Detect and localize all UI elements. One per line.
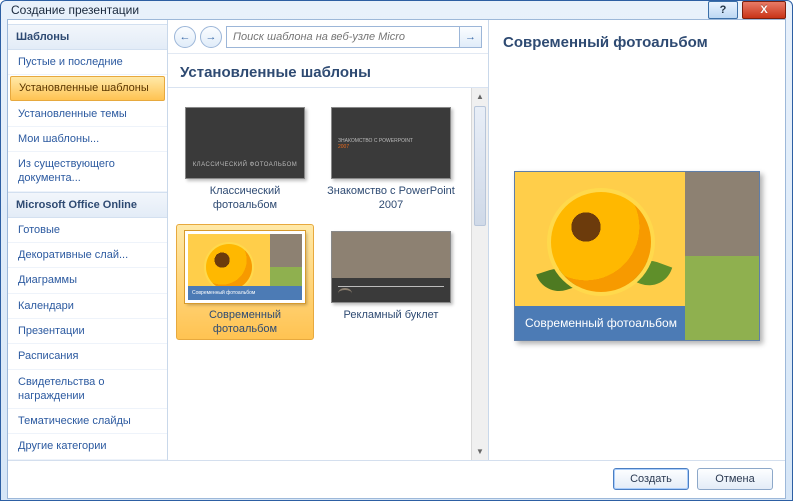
dialog-footer: Создать Отмена	[8, 460, 785, 498]
sidebar-item-installed-templates[interactable]: Установленные шаблоны	[10, 76, 165, 100]
sidebar-header-office-online: Microsoft Office Online	[8, 192, 167, 218]
sidebar-item-certificates[interactable]: Свидетельства о награждении	[8, 370, 167, 410]
gallery-section-title: Установленные шаблоны	[168, 54, 488, 88]
sidebar-item-diagrams[interactable]: Диаграммы	[8, 268, 167, 293]
preview-panel: Современный фотоальбом Современный фотоа…	[489, 20, 785, 460]
scroll-down-icon[interactable]: ▼	[472, 443, 488, 460]
template-item-meet-powerpoint[interactable]: ЗНАКОМСТВО С POWERPOINT 2007 Знакомство …	[322, 100, 460, 216]
sidebar-item-from-existing[interactable]: Из существующего документа...	[8, 152, 167, 192]
search-wrap: →	[226, 26, 482, 48]
sidebar-item-presentations[interactable]: Презентации	[8, 319, 167, 344]
scroll-up-icon[interactable]: ▲	[472, 88, 488, 105]
sidebar-item-other-categories[interactable]: Другие категории	[8, 434, 167, 459]
template-label: Знакомство с PowerPoint 2007	[327, 185, 455, 213]
preview-pane: Современный фотоальбом	[499, 61, 775, 452]
dialog-body: Шаблоны Пустые и последние Установленные…	[7, 19, 786, 499]
gallery-scrollbar[interactable]: ▲ ▼	[471, 88, 488, 460]
template-gallery: КЛАССИЧЕСКИЙ ФОТОАЛЬБОМ Классический фот…	[168, 88, 488, 460]
sidebar-header-templates: Шаблоны	[8, 24, 167, 50]
dialog-window: Создание презентации ? X Шаблоны Пустые …	[0, 0, 793, 501]
template-thumb: ЗНАКОМСТВО С POWERPOINT 2007	[331, 107, 451, 179]
search-input[interactable]	[226, 26, 460, 48]
titlebar: Создание презентации ? X	[1, 1, 792, 19]
template-item-modern[interactable]: Современный фотоальбом Современный фотоа…	[176, 224, 314, 340]
template-item-brochure[interactable]: Рекламный буклет	[322, 224, 460, 340]
template-label: Современный фотоальбом	[181, 309, 309, 337]
sidebar-item-my-templates[interactable]: Мои шаблоны...	[8, 127, 167, 152]
template-item-classic[interactable]: КЛАССИЧЕСКИЙ ФОТОАЛЬБОМ Классический фот…	[176, 100, 314, 216]
category-sidebar: Шаблоны Пустые и последние Установленные…	[8, 20, 168, 460]
preview-caption: Современный фотоальбом	[515, 306, 685, 340]
sidebar-item-themed-slides[interactable]: Тематические слайды	[8, 409, 167, 434]
cancel-button[interactable]: Отмена	[697, 468, 773, 490]
sidebar-item-decorative[interactable]: Декоративные слай...	[8, 243, 167, 268]
help-icon: ?	[720, 4, 727, 16]
gallery-toolbar: ← → →	[168, 20, 488, 54]
sidebar-item-calendars[interactable]: Календари	[8, 294, 167, 319]
preview-image: Современный фотоальбом	[514, 171, 760, 341]
search-go-button[interactable]: →	[460, 26, 482, 48]
scrollbar-thumb[interactable]	[474, 106, 486, 226]
template-thumb	[331, 231, 451, 303]
arrow-right-icon: →	[206, 31, 217, 43]
arrow-left-icon: ←	[180, 31, 191, 43]
sidebar-item-featured[interactable]: Готовые	[8, 218, 167, 243]
template-thumb: КЛАССИЧЕСКИЙ ФОТОАЛЬБОМ	[185, 107, 305, 179]
gallery-scroll: КЛАССИЧЕСКИЙ ФОТОАЛЬБОМ Классический фот…	[168, 88, 488, 460]
main-area: Шаблоны Пустые и последние Установленные…	[8, 20, 785, 460]
template-gallery-panel: ← → → Установленные шаблоны КЛАССИЧЕСКИЙ…	[168, 20, 489, 460]
sidebar-item-blank[interactable]: Пустые и последние	[8, 50, 167, 75]
sidebar-item-installed-themes[interactable]: Установленные темы	[8, 102, 167, 127]
window-title: Создание презентации	[11, 3, 139, 17]
sidebar-item-schedules[interactable]: Расписания	[8, 344, 167, 369]
preview-title: Современный фотоальбом	[499, 28, 775, 61]
close-icon: X	[760, 4, 767, 16]
help-button[interactable]: ?	[708, 1, 738, 19]
template-label: Классический фотоальбом	[181, 185, 309, 213]
template-thumb: Современный фотоальбом	[185, 231, 305, 303]
template-label: Рекламный буклет	[327, 309, 455, 337]
nav-forward-button[interactable]: →	[200, 26, 222, 48]
create-button[interactable]: Создать	[613, 468, 689, 490]
arrow-right-icon: →	[465, 31, 476, 43]
close-button[interactable]: X	[742, 1, 786, 19]
nav-back-button[interactable]: ←	[174, 26, 196, 48]
